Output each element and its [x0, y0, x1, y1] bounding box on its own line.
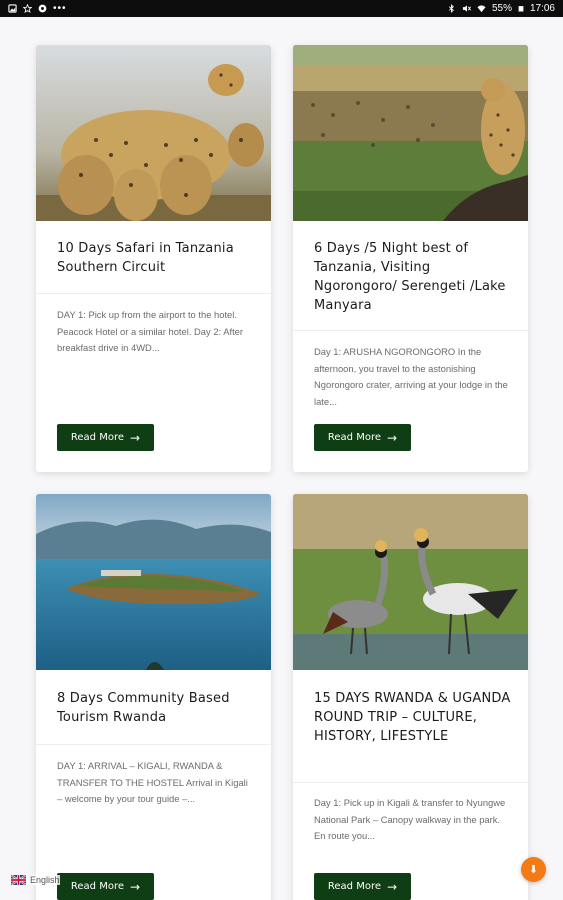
tour-card[interactable]: 8 Days Community Based Tourism Rwanda DA…	[36, 494, 271, 900]
card-divider	[293, 782, 528, 783]
status-bar-right: 55% 17:06	[447, 3, 555, 14]
language-selector[interactable]: English	[11, 875, 60, 885]
arrow-right-icon: →	[387, 430, 398, 445]
battery-percent: 55%	[491, 3, 512, 14]
card-divider	[293, 330, 528, 331]
status-bar-left: •••	[8, 3, 67, 14]
tour-grid: 10 Days Safari in Tanzania Southern Circ…	[0, 17, 563, 900]
tour-description: DAY 1: ARRIVAL – KIGALI, RWANDA & TRANSF…	[57, 760, 248, 804]
tour-title[interactable]: 10 Days Safari in Tanzania Southern Circ…	[57, 239, 255, 277]
tour-title[interactable]: 6 Days /5 Night best of Tanzania, Visiti…	[314, 239, 512, 315]
read-more-button[interactable]: Read More →	[57, 424, 154, 451]
tour-description: Day 1: Pick up in Kigali & transfer to N…	[314, 797, 506, 841]
clock: 17:06	[529, 3, 555, 14]
arrow-right-icon: →	[130, 879, 141, 894]
read-more-button[interactable]: Read More →	[57, 873, 154, 900]
read-more-label: Read More	[327, 881, 382, 892]
more-dots-icon: •••	[53, 3, 67, 14]
arrow-right-icon: →	[130, 430, 141, 445]
settings-icon	[38, 4, 47, 13]
language-label: English	[30, 875, 60, 885]
scroll-down-button[interactable]: ⬇	[521, 857, 546, 882]
image-icon	[8, 4, 17, 13]
tour-description: DAY 1: Pick up from the airport to the h…	[57, 309, 244, 353]
mute-icon	[462, 5, 471, 12]
read-more-label: Read More	[327, 432, 382, 443]
tour-description: Day 1: ARUSHA NGORONGORO In the afternoo…	[314, 346, 508, 407]
tour-image-crowned-cranes[interactable]	[293, 494, 528, 670]
tour-image-savanna-cheetah[interactable]	[293, 45, 528, 221]
battery-icon	[518, 6, 524, 12]
read-more-label: Read More	[70, 881, 125, 892]
read-more-label: Read More	[70, 432, 125, 443]
tour-card[interactable]: 10 Days Safari in Tanzania Southern Circ…	[36, 45, 271, 472]
read-more-button[interactable]: Read More →	[314, 424, 411, 451]
uk-flag-icon	[11, 875, 26, 885]
tour-image-cheetahs[interactable]	[36, 45, 271, 221]
tour-image-lake-island[interactable]	[36, 494, 271, 670]
read-more-button[interactable]: Read More →	[314, 873, 411, 900]
tour-title[interactable]: 8 Days Community Based Tourism Rwanda	[57, 689, 255, 727]
bluetooth-icon	[448, 4, 454, 13]
tour-card[interactable]: 15 DAYS RWANDA & UGANDA ROUND TRIP – CUL…	[293, 494, 528, 900]
arrow-right-icon: →	[387, 879, 398, 894]
arrow-down-icon: ⬇	[528, 864, 539, 876]
tour-title[interactable]: 15 DAYS RWANDA & UGANDA ROUND TRIP – CUL…	[314, 689, 512, 746]
status-bar: ••• 55% 17:06	[0, 0, 563, 17]
card-divider	[36, 744, 271, 745]
tour-card[interactable]: 6 Days /5 Night best of Tanzania, Visiti…	[293, 45, 528, 472]
wifi-icon	[477, 5, 486, 13]
star-icon	[23, 4, 32, 13]
card-divider	[36, 293, 271, 294]
